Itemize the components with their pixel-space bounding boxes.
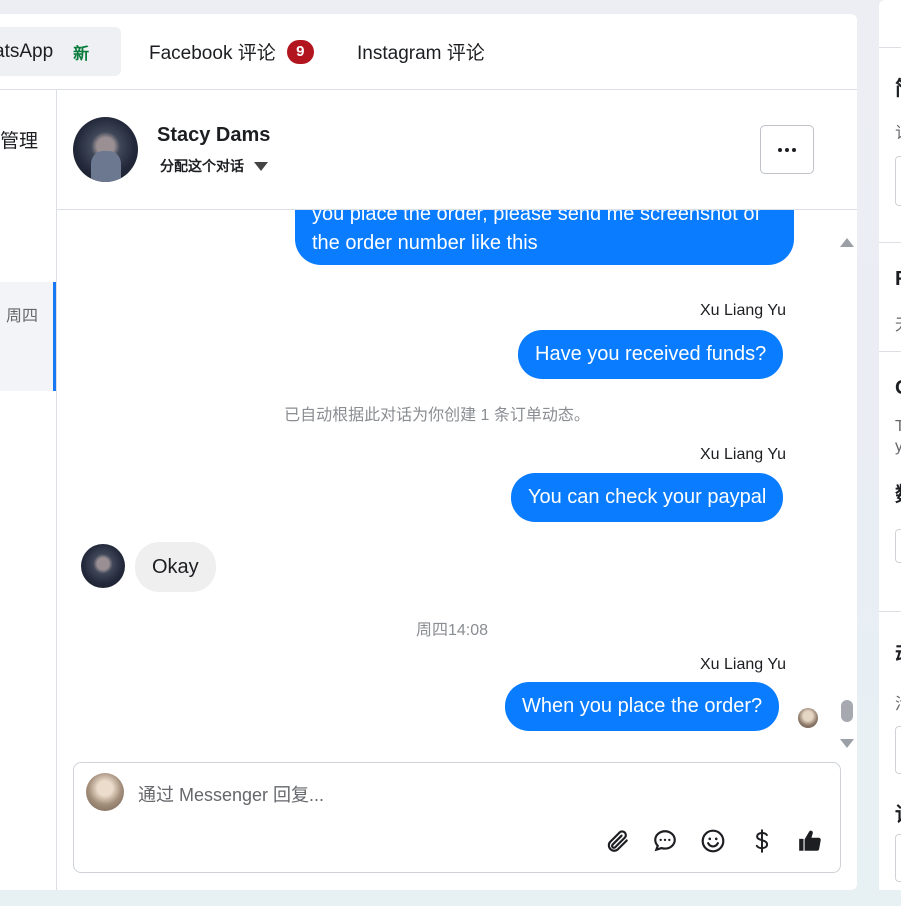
inbox-panel: atsApp 新 Facebook 评论 9 Instagram 评论 管理 周…	[0, 14, 857, 890]
assign-label: 分配这个对话	[160, 158, 244, 174]
field-label-clipped: T	[895, 418, 901, 435]
tab-label: Instagram 评论	[357, 43, 485, 64]
thumbs-up-icon[interactable]	[796, 827, 824, 855]
outgoing-message: you place the order, please send me scre…	[295, 210, 794, 265]
dollar-icon[interactable]	[748, 827, 776, 855]
tab-instagram-comments[interactable]: Instagram 评论	[357, 27, 485, 76]
field-label-clipped: 活	[895, 690, 901, 714]
tab-facebook-comments[interactable]: Facebook 评论 9	[149, 27, 314, 76]
scroll-down-arrow-icon[interactable]	[840, 739, 854, 748]
contact-name: Stacy Dams	[157, 124, 271, 146]
section-title-clipped: 请	[895, 798, 901, 827]
sender-name: Xu Liang Yu	[700, 302, 787, 319]
outgoing-message: When you place the order?	[505, 682, 780, 731]
message-timestamp: 周四14:08	[415, 622, 489, 639]
assign-conversation-dropdown[interactable]: 分配这个对话	[160, 156, 268, 176]
conversation-header: Stacy Dams 分配这个对话	[57, 90, 857, 210]
outgoing-message: Have you received funds?	[518, 330, 784, 379]
caret-down-icon	[254, 161, 268, 171]
unread-count-badge: 9	[286, 39, 314, 64]
divider	[879, 351, 901, 352]
field-label-clipped: y	[895, 438, 901, 455]
divider	[879, 242, 901, 243]
scroll-thumb[interactable]	[841, 700, 853, 722]
scroll-up-arrow-icon[interactable]	[840, 238, 854, 247]
outgoing-message: You can check your paypal	[511, 473, 784, 522]
section-title-clipped: 数	[895, 478, 901, 507]
list-header-label: 管理	[0, 131, 39, 152]
incoming-message: Okay	[135, 542, 216, 592]
sender-name: Xu Liang Yu	[700, 656, 787, 673]
reply-input[interactable]	[138, 781, 818, 809]
tab-whatsapp[interactable]: atsApp 新	[0, 27, 121, 76]
channel-tabs: atsApp 新 Facebook 评论 9 Instagram 评论	[0, 14, 857, 90]
conversation-date: 周四	[6, 308, 39, 325]
conversation-list: 管理 周四	[0, 90, 57, 890]
tab-label: atsApp	[0, 40, 54, 62]
field-input-clipped[interactable]	[895, 156, 901, 206]
chat-bubble-icon[interactable]	[651, 827, 679, 855]
field-input-clipped[interactable]	[895, 726, 901, 774]
system-note: 已自动根据此对话为你创建 1 条订单动态。	[284, 407, 590, 424]
sender-name: Xu Liang Yu	[700, 446, 787, 463]
more-horizontal-icon	[778, 147, 796, 152]
message-thread[interactable]: you place the order, please send me scre…	[57, 210, 857, 750]
contact-avatar	[73, 117, 138, 182]
more-options-button[interactable]	[760, 125, 814, 174]
new-badge: 新	[73, 45, 90, 63]
section-title-clipped: 简	[895, 72, 901, 101]
seen-indicator-avatar	[798, 708, 818, 728]
details-side-panel: 简 订 F 无 O T y 数 动 活 请	[879, 0, 901, 890]
section-title-clipped: 动	[895, 638, 901, 667]
tab-label: Facebook 评论	[149, 43, 276, 64]
smiley-icon[interactable]	[699, 827, 727, 855]
conversation-item-selected[interactable]: 周四	[0, 282, 56, 391]
divider	[879, 47, 901, 48]
contact-avatar-small	[81, 544, 125, 588]
field-input-clipped[interactable]	[895, 529, 901, 563]
section-title-clipped: O	[895, 377, 901, 400]
attachment-icon[interactable]	[603, 827, 631, 855]
message-scrollbar[interactable]	[837, 234, 857, 754]
field-label-clipped: 无	[895, 311, 901, 335]
reply-composer	[73, 762, 841, 873]
field-label-clipped: 订	[895, 119, 901, 143]
agent-avatar	[86, 773, 124, 811]
divider	[879, 611, 901, 612]
section-title-clipped: F	[895, 268, 901, 291]
field-input-clipped[interactable]	[895, 834, 901, 882]
